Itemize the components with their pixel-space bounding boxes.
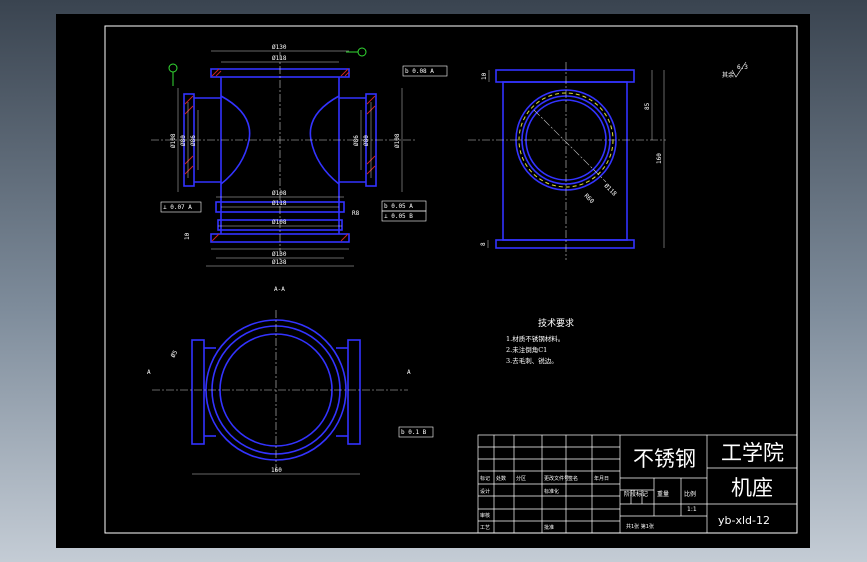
dim-top-outer: Ø130 bbox=[272, 44, 287, 51]
tol-parallel: ⊥ 0.05 B bbox=[384, 213, 413, 220]
dim-bottom-base: Ø138 bbox=[272, 259, 287, 266]
dim-bottom-outer: Ø130 bbox=[272, 251, 287, 258]
tech-req-item-1: 1.材质不锈钢材料。 bbox=[506, 334, 564, 343]
side-view bbox=[495, 69, 635, 249]
dim-top-inner: Ø118 bbox=[272, 55, 287, 62]
tol-perp: b 0.05 A bbox=[384, 203, 413, 210]
tb-approve: 批准 bbox=[544, 524, 554, 531]
tb-school: 工学院 bbox=[721, 441, 784, 465]
cad-viewport[interactable]: Ø130 Ø118 Ø108 Ø118 Ø108 Ø130 Ø138 Ø108 … bbox=[56, 14, 810, 548]
tb-drawing-no: yb-xld-12 bbox=[718, 514, 770, 527]
tol-round: b 0.1 B bbox=[401, 429, 427, 436]
bottom-angle: Ø5 bbox=[170, 349, 180, 359]
tol-top: b 0.08 A bbox=[405, 68, 434, 75]
dim-thickness: 10 bbox=[184, 232, 191, 240]
datum-markers bbox=[168, 47, 367, 86]
tb-row-zone: 分区 bbox=[516, 475, 526, 482]
drawing-canvas: Ø130 Ø118 Ø108 Ø118 Ø108 Ø130 Ø138 Ø108 … bbox=[104, 25, 798, 534]
view-arrow-left: A bbox=[147, 369, 151, 376]
surface-finish-value: 6.3 bbox=[737, 64, 748, 71]
side-centerlines bbox=[468, 62, 666, 260]
dim-left-1: Ø108 bbox=[170, 133, 177, 148]
surface-finish-note: 其余 bbox=[722, 71, 734, 79]
dim-bottom-mid: Ø118 bbox=[272, 200, 287, 207]
tech-req-item-3: 3.去毛刺、锐边。 bbox=[506, 356, 558, 365]
side-total: 160 bbox=[656, 153, 663, 164]
dim-right-2: Ø80 bbox=[363, 135, 370, 146]
tb-row-sign: 签名 bbox=[568, 475, 578, 482]
tb-check: 审核 bbox=[480, 512, 490, 519]
tb-material: 不锈钢 bbox=[633, 447, 696, 471]
tb-process: 工艺 bbox=[480, 525, 490, 531]
dim-left-3: Ø86 bbox=[190, 135, 197, 146]
tb-design: 设计 bbox=[480, 488, 490, 495]
tb-std: 标准化 bbox=[544, 488, 559, 495]
tb-scale-label: 比例 bbox=[684, 490, 696, 498]
view-arrow-right: A bbox=[407, 369, 411, 376]
dim-bottom-lower: Ø108 bbox=[272, 219, 287, 226]
tb-scale-value: 1:1 bbox=[687, 506, 697, 513]
tb-row-count: 处数 bbox=[496, 475, 506, 482]
tech-req-item-2: 2.未注倒角C1 bbox=[506, 345, 547, 354]
dim-right-1: Ø86 bbox=[353, 135, 360, 146]
tb-part-name: 机座 bbox=[731, 476, 773, 500]
section-label: A-A bbox=[274, 286, 285, 293]
tol-left: ⊥ 0.07 A bbox=[163, 204, 192, 211]
tb-row-date: 年月日 bbox=[594, 475, 609, 482]
tb-stage: 阶段标记 bbox=[624, 490, 648, 498]
dim-left-2: Ø80 bbox=[180, 135, 187, 146]
dim-right-3: Ø108 bbox=[394, 133, 401, 148]
side-top: 10 bbox=[481, 72, 488, 80]
tb-row-doc: 更改文件号 bbox=[544, 475, 569, 482]
tb-weight: 重量 bbox=[657, 490, 669, 498]
dim-bottom-inner: Ø108 bbox=[272, 190, 287, 197]
side-bottom: 8 bbox=[480, 242, 487, 246]
bottom-width: 160 bbox=[271, 467, 282, 474]
side-circle-dia: Ø118 bbox=[603, 182, 618, 197]
side-height: 85 bbox=[644, 102, 651, 110]
dim-radius: R8 bbox=[352, 210, 360, 217]
tb-row-mark: 标记 bbox=[480, 475, 490, 482]
tech-req-title: 技术要求 bbox=[538, 317, 574, 329]
side-circle-r: R60 bbox=[583, 192, 596, 205]
tb-sheet: 共1张 第1张 bbox=[626, 523, 654, 530]
